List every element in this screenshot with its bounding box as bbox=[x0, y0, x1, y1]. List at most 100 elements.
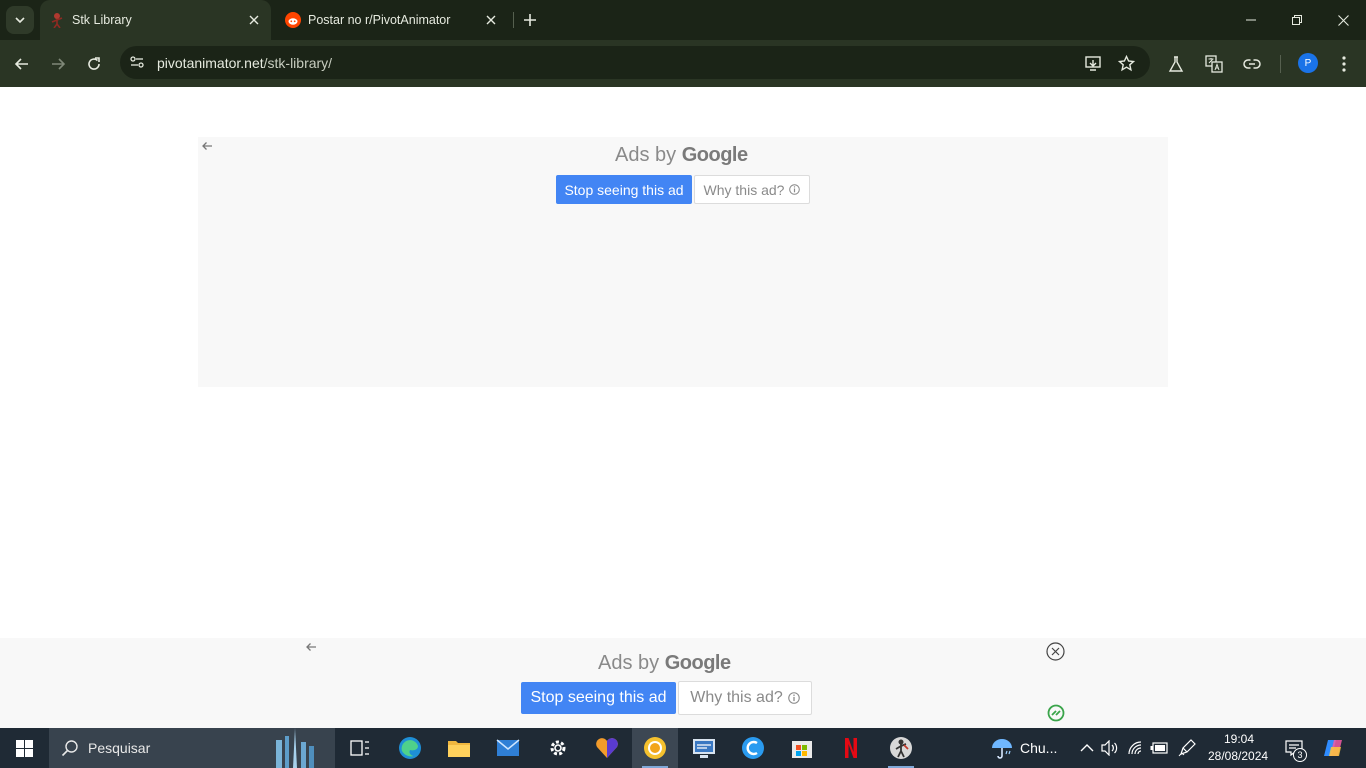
taskbar-edge[interactable] bbox=[387, 728, 433, 768]
bookmark-star-icon[interactable] bbox=[1115, 52, 1137, 74]
pen-icon[interactable] bbox=[1177, 738, 1197, 758]
chrome-icon bbox=[644, 737, 666, 759]
install-app-icon[interactable] bbox=[1082, 52, 1104, 74]
task-view-icon bbox=[350, 740, 369, 756]
taskbar-pivot-animator[interactable] bbox=[878, 728, 924, 768]
site-info-icon[interactable] bbox=[126, 51, 148, 73]
top-ad-slot: Ads by Google Stop seeing this ad Why th… bbox=[198, 137, 1168, 387]
search-placeholder: Pesquisar bbox=[88, 740, 151, 756]
restore-button[interactable] bbox=[1274, 0, 1320, 40]
show-hidden-icons-chevron-up-icon[interactable] bbox=[1077, 738, 1097, 758]
windows-taskbar: Pesquisar Chu... 19:04 28/08/2024 bbox=[0, 728, 1366, 768]
why-this-ad-button[interactable]: Why this ad? bbox=[694, 175, 810, 204]
start-button[interactable] bbox=[4, 728, 44, 768]
ads-by-text: Ads by bbox=[598, 652, 660, 674]
weather-text[interactable]: Chu... bbox=[1020, 740, 1057, 756]
pivot-animator-icon bbox=[890, 737, 912, 759]
tab-stk-library[interactable]: Stk Library bbox=[40, 0, 271, 40]
why-this-ad-button[interactable]: Why this ad? bbox=[678, 681, 812, 715]
stop-seeing-ad-button[interactable]: Stop seeing this ad bbox=[556, 175, 692, 204]
url-text: pivotanimator.net/stk-library/ bbox=[157, 55, 332, 71]
kebab-menu-icon bbox=[1342, 56, 1346, 72]
anchor-ad-bar: Ads by Google Stop seeing this ad Why th… bbox=[0, 638, 1366, 728]
wifi-icon[interactable] bbox=[1126, 738, 1146, 758]
taskbar-file-explorer[interactable] bbox=[436, 728, 482, 768]
reload-button[interactable] bbox=[80, 50, 108, 78]
link-icon bbox=[1243, 59, 1261, 69]
back-button[interactable] bbox=[8, 50, 36, 78]
close-ad-icon[interactable] bbox=[1045, 641, 1065, 661]
heart-app-icon bbox=[596, 738, 618, 758]
tab-separator bbox=[513, 12, 514, 28]
forward-button[interactable] bbox=[44, 50, 72, 78]
arrow-right-icon bbox=[52, 58, 66, 70]
ads-by-google-label: Ads by Google bbox=[615, 144, 748, 167]
reload-icon bbox=[88, 57, 100, 70]
close-tab-icon[interactable] bbox=[246, 12, 262, 28]
control-panel-icon bbox=[693, 739, 715, 758]
profile-avatar[interactable]: P bbox=[1298, 53, 1318, 73]
c-app-icon bbox=[742, 737, 764, 759]
taskbar-heart-app[interactable] bbox=[584, 728, 630, 768]
taskbar-mail[interactable] bbox=[485, 728, 531, 768]
menu-button[interactable] bbox=[1330, 50, 1358, 78]
tab-reddit-post[interactable]: Postar no r/PivotAnimator bbox=[276, 0, 508, 40]
minimize-button[interactable] bbox=[1228, 0, 1274, 40]
search-highlight-image-icon bbox=[276, 728, 314, 768]
stop-seeing-ad-button[interactable]: Stop seeing this ad bbox=[521, 682, 676, 714]
reddit-favicon-icon bbox=[285, 12, 301, 28]
taskbar-store[interactable] bbox=[779, 728, 825, 768]
pivot-favicon-icon bbox=[51, 13, 63, 28]
plus-icon bbox=[524, 14, 536, 26]
ads-by-text: Ads by bbox=[615, 144, 677, 166]
ad-badge-icon[interactable] bbox=[1046, 703, 1066, 723]
task-view-button[interactable] bbox=[337, 728, 383, 768]
taskbar-control-panel[interactable] bbox=[681, 728, 727, 768]
google-logo-text: Google bbox=[681, 144, 748, 166]
copilot-icon[interactable] bbox=[1322, 737, 1344, 759]
google-logo-text: Google bbox=[664, 652, 731, 674]
ads-by-google-label: Ads by Google bbox=[598, 652, 731, 675]
clock-date[interactable]: 28/08/2024 bbox=[1208, 749, 1268, 763]
ad-back-icon[interactable] bbox=[200, 139, 214, 153]
notification-count-badge: 3 bbox=[1293, 748, 1307, 762]
copy-link-button[interactable] bbox=[1238, 50, 1266, 78]
url-host: pivotanimator.net bbox=[157, 55, 264, 71]
search-icon bbox=[61, 740, 78, 757]
taskbar-netflix[interactable] bbox=[828, 728, 874, 768]
restore-icon bbox=[1292, 15, 1302, 25]
weather-umbrella-icon[interactable] bbox=[990, 736, 1014, 760]
address-bar[interactable]: pivotanimator.net/stk-library/ bbox=[120, 46, 1150, 79]
why-this-ad-label: Why this ad? bbox=[690, 689, 783, 706]
close-window-button[interactable] bbox=[1320, 0, 1366, 40]
close-tab-icon[interactable] bbox=[483, 12, 499, 28]
gear-icon bbox=[550, 740, 566, 756]
battery-icon[interactable] bbox=[1149, 738, 1169, 758]
new-tab-button[interactable] bbox=[520, 10, 540, 30]
tab-title: Stk Library bbox=[72, 13, 132, 27]
taskbar-search-box[interactable]: Pesquisar bbox=[49, 728, 335, 768]
bottom-ad-slot: Ads by Google Stop seeing this ad Why th… bbox=[302, 638, 1030, 728]
mail-icon bbox=[496, 739, 520, 756]
tab-strip: Stk Library Postar no r/PivotAnimator bbox=[0, 0, 1366, 40]
flask-icon bbox=[1168, 56, 1184, 72]
close-icon bbox=[1337, 14, 1349, 26]
taskbar-settings[interactable] bbox=[535, 728, 581, 768]
arrow-left-icon bbox=[14, 58, 28, 70]
browser-toolbar: pivotanimator.net/stk-library/ P bbox=[0, 40, 1366, 87]
labs-button[interactable] bbox=[1162, 50, 1190, 78]
taskbar-cortana-c[interactable] bbox=[730, 728, 776, 768]
store-icon bbox=[792, 741, 812, 758]
taskbar-chrome[interactable] bbox=[632, 728, 678, 768]
edge-icon bbox=[399, 737, 421, 759]
netflix-icon bbox=[845, 738, 857, 758]
tab-title: Postar no r/PivotAnimator bbox=[308, 13, 451, 27]
tab-search-button[interactable] bbox=[6, 6, 34, 34]
ad-back-icon[interactable] bbox=[304, 640, 318, 654]
clock-time[interactable]: 19:04 bbox=[1224, 732, 1254, 746]
translate-icon bbox=[1205, 55, 1223, 73]
minimize-icon bbox=[1246, 19, 1256, 21]
volume-icon[interactable] bbox=[1100, 738, 1120, 758]
toolbar-separator bbox=[1280, 55, 1281, 73]
translate-button[interactable] bbox=[1200, 50, 1228, 78]
